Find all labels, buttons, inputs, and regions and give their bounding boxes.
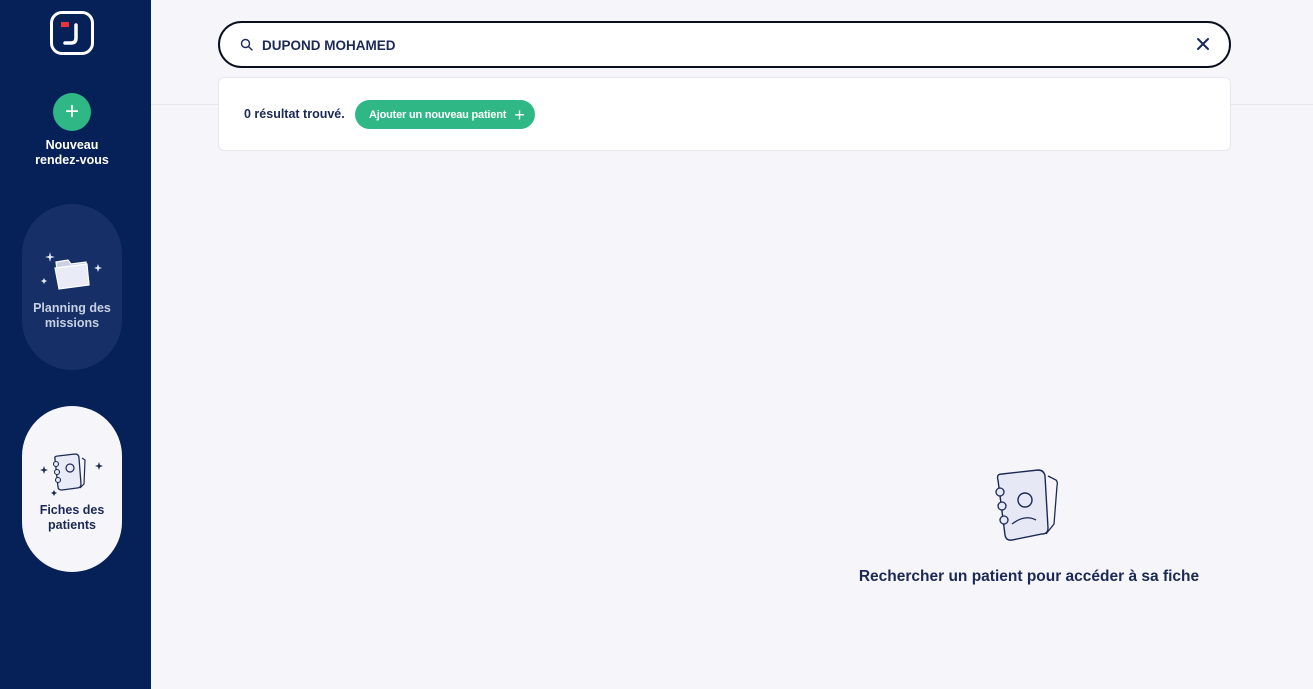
search-icon: [240, 38, 253, 51]
close-icon[interactable]: [1195, 36, 1211, 52]
search-input[interactable]: [262, 33, 1162, 57]
new-appointment-label[interactable]: Nouveau rendez-vous: [0, 138, 144, 168]
folder-icon: [41, 252, 102, 290]
logo-icon: [61, 22, 78, 45]
search-results-panel: 0 résultat trouvé. Ajouter un nouveau pa…: [218, 77, 1231, 151]
new-appointment-button[interactable]: +: [53, 93, 91, 131]
patient-file-icon: [995, 469, 1058, 541]
plus-icon: +: [64, 98, 79, 125]
sidebar-item-label: Planning des missions: [33, 301, 111, 330]
app-logo[interactable]: [50, 11, 94, 55]
sidebar: + Nouveau rendez-vous Planning des missi…: [0, 0, 151, 689]
empty-state-message: Rechercher un patient pour accéder à sa …: [858, 568, 1200, 585]
add-patient-button[interactable]: Ajouter un nouveau patient +: [355, 100, 535, 129]
sidebar-item-patients[interactable]: Fiches des patients: [22, 406, 122, 572]
results-count: 0 résultat trouvé.: [244, 107, 345, 121]
patient-search-bar[interactable]: [218, 21, 1231, 68]
sidebar-item-planning[interactable]: Planning des missions: [22, 204, 122, 370]
sidebar-item-label: Fiches des patients: [39, 503, 105, 532]
add-patient-label: Ajouter un nouveau patient: [369, 108, 507, 121]
plus-icon: +: [514, 104, 525, 125]
patient-file-icon: [40, 453, 103, 496]
